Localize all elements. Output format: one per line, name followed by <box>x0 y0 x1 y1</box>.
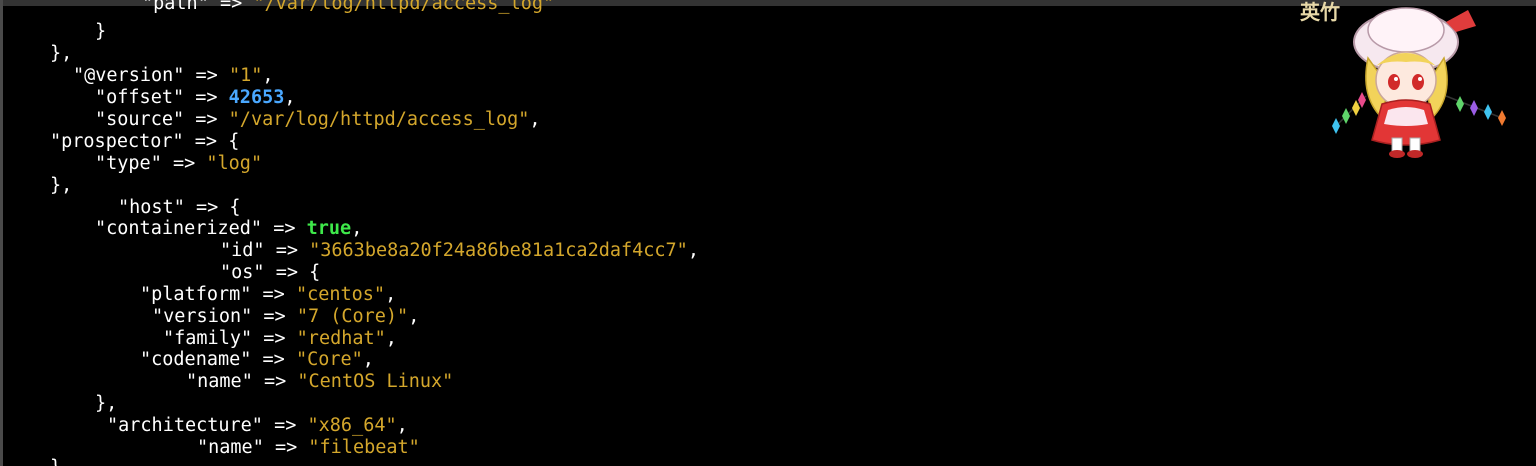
code-line: "host" => { <box>118 197 241 218</box>
code-line: "name" => "filebeat" <box>197 437 420 458</box>
code-line: "family" => "redhat", <box>163 328 397 349</box>
terminal-window[interactable]: "path" => "/var/log/httpd/access_log" } … <box>0 0 1536 466</box>
code-line: "containerized" => true, <box>95 218 363 239</box>
code-line: }, <box>50 175 73 196</box>
code-line: "id" => "3663be8a20f24a86be81a1ca2daf4cc… <box>220 240 699 261</box>
code-line: "os" => { <box>220 262 321 283</box>
code-line: "source" => "/var/log/httpd/access_log", <box>95 109 541 130</box>
code-line: "@version" => "1", <box>73 65 274 86</box>
code-line: "version" => "7 (Core)", <box>152 306 420 327</box>
code-line: }, <box>95 393 118 414</box>
mascot-sticker-icon <box>1332 7 1506 158</box>
code-line: "path" => "/var/log/httpd/access_log" <box>142 0 555 14</box>
code-line: } <box>95 21 107 42</box>
code-line: }, <box>50 43 73 64</box>
code-line: "name" => "CentOS Linux" <box>186 371 454 392</box>
code-line: } <box>50 457 61 466</box>
code-line: "codename" => "Core", <box>140 349 374 370</box>
terminal-output[interactable]: "path" => "/var/log/httpd/access_log" } … <box>0 0 1300 466</box>
code-line: "architecture" => "x86_64", <box>107 415 408 436</box>
code-line: "type" => "log" <box>95 153 263 174</box>
code-line: "platform" => "centos", <box>140 284 397 305</box>
code-line: "offset" => 42653, <box>95 87 296 108</box>
code-line: "prospector" => { <box>50 131 240 152</box>
